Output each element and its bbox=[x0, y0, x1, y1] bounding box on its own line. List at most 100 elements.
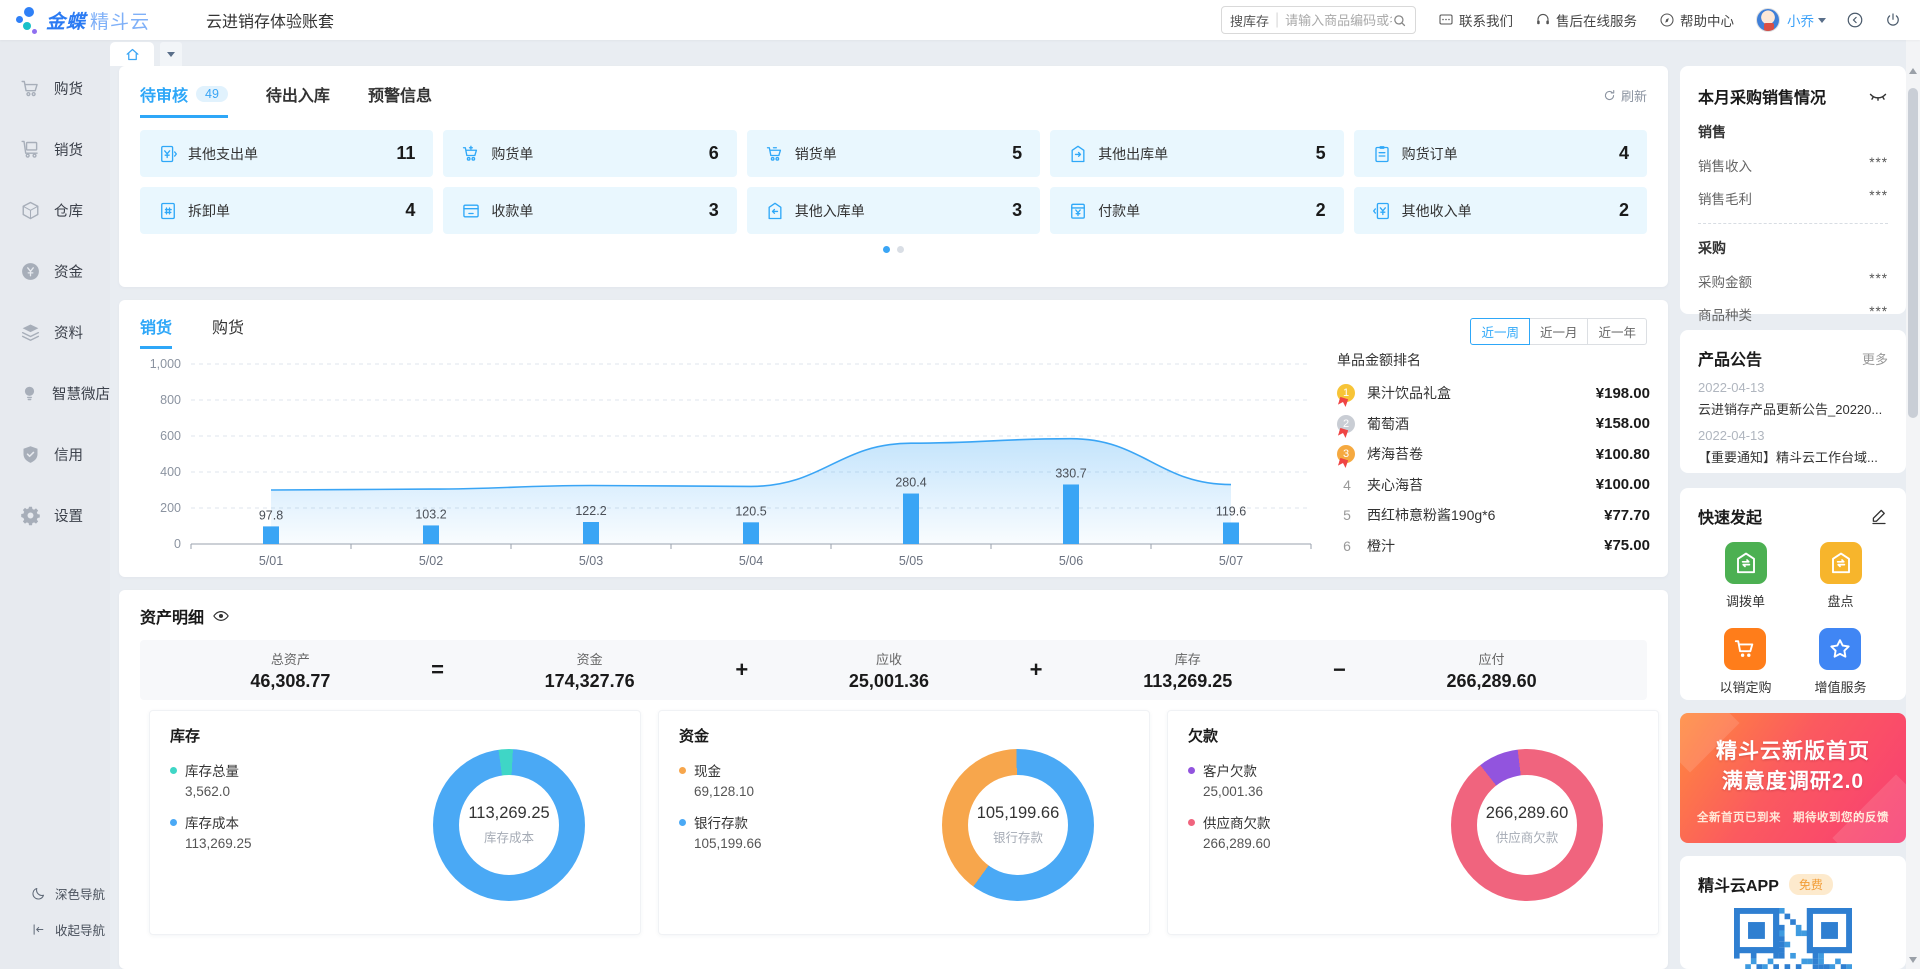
sidebar-item-cube[interactable]: 仓库 bbox=[0, 180, 110, 241]
ranking-row[interactable]: 4 夹心海苔 ¥100.00 bbox=[1337, 470, 1650, 501]
tab-list-dropdown[interactable] bbox=[160, 42, 182, 66]
todo-card-item-8[interactable]: 付款单 2 bbox=[1050, 187, 1343, 234]
todo-card-item-0[interactable]: 其他支出单 11 bbox=[140, 130, 433, 177]
eye-icon[interactable] bbox=[212, 607, 230, 625]
app-title: 精斗云APP bbox=[1698, 872, 1779, 896]
brand-logo[interactable]: 金蝶 精斗云 bbox=[14, 6, 174, 34]
scrollbar-thumb[interactable] bbox=[1908, 88, 1918, 418]
quick-action-2[interactable]: 以销定购 bbox=[1719, 628, 1771, 696]
pagination-dot-active[interactable] bbox=[883, 246, 890, 253]
todo-card-item-4[interactable]: 购货订单 4 bbox=[1354, 130, 1647, 177]
avatar[interactable] bbox=[1756, 8, 1780, 32]
sidebar-item-gear[interactable]: 设置 bbox=[0, 485, 110, 546]
sidebar-item-label: 资金 bbox=[54, 261, 83, 282]
search-input[interactable] bbox=[1285, 13, 1392, 28]
inventory-search[interactable]: 搜库存 | bbox=[1221, 6, 1416, 34]
sidebar-item-label: 销货 bbox=[54, 139, 83, 160]
formula-value: 25,001.36 bbox=[849, 671, 929, 692]
quick-action-1[interactable]: 盘点 bbox=[1820, 542, 1862, 610]
todo-card-item-7[interactable]: 其他入库单 3 bbox=[747, 187, 1040, 234]
header-link-2[interactable]: 帮助中心 bbox=[1659, 10, 1734, 30]
todo-card-item-1[interactable]: 购货单 6 bbox=[443, 130, 736, 177]
sidebar-item-bulb[interactable]: 智慧微店 bbox=[0, 363, 110, 424]
sidebar-footer-label: 收起导航 bbox=[55, 920, 105, 939]
donut-chart-1[interactable]: 105,199.66 银行存款 bbox=[942, 749, 1094, 901]
home-tab[interactable] bbox=[110, 42, 154, 66]
ranking-row[interactable]: 1 果汁饮品礼盒 ¥198.00 bbox=[1337, 378, 1650, 409]
trend-tab-1[interactable]: 购货 bbox=[212, 314, 244, 349]
todo-card-item-3[interactable]: 其他出库单 5 bbox=[1050, 130, 1343, 177]
monthly-row-value: *** bbox=[1869, 155, 1888, 175]
donut-chart-0[interactable]: 113,269.25 库存成本 bbox=[433, 749, 585, 901]
todo-card-item-5[interactable]: 拆卸单 4 bbox=[140, 187, 433, 234]
svg-text:5/05: 5/05 bbox=[899, 554, 923, 568]
user-menu[interactable]: 小乔 bbox=[1756, 8, 1826, 32]
rank-number: 4 bbox=[1337, 477, 1357, 493]
app-qr-code bbox=[1698, 908, 1888, 969]
username[interactable]: 小乔 bbox=[1787, 10, 1814, 30]
edit-pencil-icon[interactable] bbox=[1870, 507, 1888, 525]
scroll-up-arrow[interactable] bbox=[1909, 68, 1917, 74]
svg-text:1,000: 1,000 bbox=[150, 357, 181, 371]
quick-action-3[interactable]: 增值服务 bbox=[1814, 628, 1866, 696]
scroll-down-arrow[interactable] bbox=[1909, 957, 1917, 963]
transfer-house-icon bbox=[1725, 542, 1767, 584]
announcement-item[interactable]: 2022-04-13 【重要通知】精斗云工作台域... bbox=[1698, 428, 1888, 466]
pagination-dot[interactable] bbox=[897, 246, 904, 253]
svg-text:5/07: 5/07 bbox=[1219, 554, 1243, 568]
todo-tab-0[interactable]: 待审核 49 bbox=[140, 82, 228, 118]
todo-card-item-9[interactable]: 其他收入单 2 bbox=[1354, 187, 1647, 234]
ranking-item-name: 果汁饮品礼盒 bbox=[1367, 383, 1451, 403]
range-button-1[interactable]: 近一月 bbox=[1529, 318, 1589, 345]
todo-tab-2[interactable]: 预警信息 bbox=[368, 82, 432, 118]
announcements-more-link[interactable]: 更多 bbox=[1862, 349, 1888, 368]
donut-center-value: 105,199.66 bbox=[977, 804, 1060, 823]
ranking-item-name: 橙汁 bbox=[1367, 536, 1395, 556]
doc-pay-icon bbox=[1068, 201, 1088, 221]
trend-tab-0[interactable]: 销货 bbox=[140, 314, 172, 349]
cart-minus-icon bbox=[765, 144, 785, 164]
header-link-0[interactable]: 联系我们 bbox=[1438, 10, 1513, 30]
cube-icon bbox=[20, 200, 41, 221]
back-button[interactable] bbox=[1846, 11, 1864, 29]
eye-closed-icon[interactable] bbox=[1868, 86, 1888, 106]
todo-card-item-6[interactable]: 收款单 3 bbox=[443, 187, 736, 234]
banner-subtitle: 全新首页已到来 期待收到您的反馈 bbox=[1680, 809, 1906, 825]
ranking-row[interactable]: 3 烤海苔卷 ¥100.80 bbox=[1337, 439, 1650, 470]
donut-center-value: 266,289.60 bbox=[1486, 804, 1569, 823]
quick-action-0[interactable]: 调拨单 bbox=[1725, 542, 1767, 610]
range-button-0[interactable]: 近一周 bbox=[1470, 318, 1530, 345]
monthly-row: 销售收入 *** bbox=[1698, 155, 1888, 175]
sidebar-item-layers[interactable]: 资料 bbox=[0, 302, 110, 363]
announcement-item[interactable]: 2022-04-13 云进销存产品更新公告_20220... bbox=[1698, 380, 1888, 418]
search-icon[interactable] bbox=[1392, 13, 1407, 28]
sidebar-item-handcart[interactable]: 销货 bbox=[0, 119, 110, 180]
donut-box-2: 欠款 客户欠款 25,001.36 供应商欠款 266,289.60 266,2… bbox=[1167, 710, 1659, 935]
sidebar-item-cart[interactable]: 购货 bbox=[0, 58, 110, 119]
sidebar-moon-toggle[interactable]: 深色导航 bbox=[0, 875, 110, 911]
ranking-row[interactable]: 2 葡萄酒 ¥158.00 bbox=[1337, 409, 1650, 440]
todo-card-item-2[interactable]: 销货单 5 bbox=[747, 130, 1040, 177]
search-category-label[interactable]: 搜库存 bbox=[1230, 11, 1269, 30]
survey-banner[interactable]: 精斗云新版首页 满意度调研2.0 全新首页已到来 期待收到您的反馈 bbox=[1680, 713, 1906, 843]
range-button-2[interactable]: 近一年 bbox=[1587, 318, 1647, 345]
ranking-row[interactable]: 5 西红柿意粉酱190g*6 ¥77.70 bbox=[1337, 500, 1650, 531]
product-announcements-card: 产品公告 更多 2022-04-13 云进销存产品更新公告_20220... 2… bbox=[1680, 330, 1906, 473]
page-scrollbar[interactable] bbox=[1906, 40, 1920, 969]
header-link-1[interactable]: 售后在线服务 bbox=[1535, 10, 1637, 30]
ranking-row[interactable]: 6 橙汁 ¥75.00 bbox=[1337, 531, 1650, 562]
logout-power-button[interactable] bbox=[1884, 11, 1902, 29]
todo-tab-1[interactable]: 待出入库 bbox=[266, 82, 330, 118]
svg-text:5/04: 5/04 bbox=[739, 554, 763, 568]
monthly-title: 本月采购销售情况 bbox=[1698, 84, 1826, 108]
logo-text-secondary: 精斗云 bbox=[90, 7, 150, 34]
donut-chart-2[interactable]: 266,289.60 供应商欠款 bbox=[1451, 749, 1603, 901]
sidebar-item-shield[interactable]: 信用 bbox=[0, 424, 110, 485]
sidebar-collapse-toggle[interactable]: 收起导航 bbox=[0, 911, 110, 947]
refresh-button[interactable]: 刷新 bbox=[1603, 86, 1647, 114]
sidebar-item-yen-circle[interactable]: 资金 bbox=[0, 241, 110, 302]
formula-operator: = bbox=[431, 657, 444, 683]
clipboard-icon bbox=[1372, 144, 1392, 164]
ranking-item-amount: ¥100.00 bbox=[1596, 476, 1650, 493]
ranking-item-name: 西红柿意粉酱190g*6 bbox=[1367, 505, 1495, 525]
